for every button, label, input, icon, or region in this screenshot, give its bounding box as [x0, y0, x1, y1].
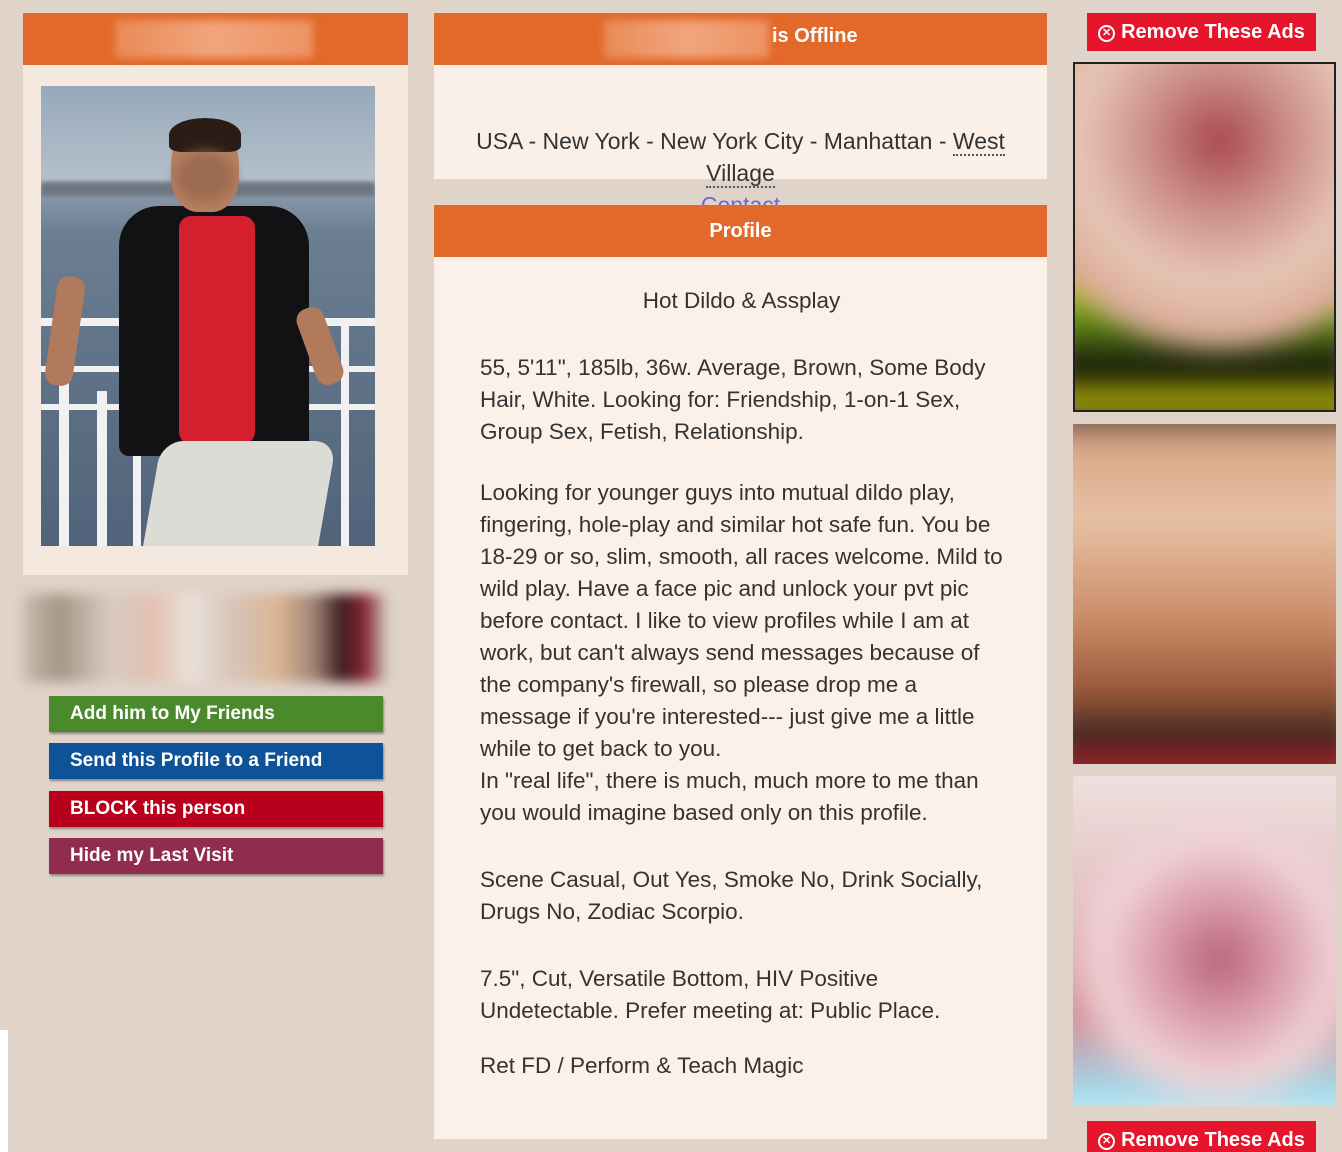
photo-railing-post	[341, 326, 349, 546]
photo-thumbnails[interactable]	[23, 594, 386, 682]
online-status: is Offline	[772, 25, 858, 47]
profile-details: 7.5", Cut, Versatile Bottom, HIV Positiv…	[480, 966, 941, 1023]
profile-tagline: Hot Dildo & Assplay	[642, 288, 841, 313]
ad-image-blurred	[1073, 424, 1336, 764]
close-circle-icon: ✕	[1098, 1133, 1116, 1150]
status-header: is Offline	[434, 13, 1047, 65]
ad-banner[interactable]	[1073, 424, 1336, 764]
ad-banner[interactable]	[1073, 62, 1336, 412]
ad-image-blurred	[1073, 776, 1336, 1106]
profile-about: Looking for younger guys into mutual dil…	[480, 480, 1003, 825]
blurred-username	[115, 20, 313, 58]
profile-header: Profile	[434, 205, 1047, 257]
page-edge	[0, 1030, 8, 1152]
profile-photo[interactable]	[41, 86, 375, 546]
close-circle-icon: ✕	[1098, 25, 1116, 42]
profile-body: Hot Dildo & Assplay 55, 5'11", 185lb, 36…	[434, 257, 1047, 1082]
location-text: USA - New York - New York City - Manhatt…	[476, 128, 953, 154]
remove-ads-label: Remove These Ads	[1121, 1129, 1305, 1151]
ad-banner[interactable]	[1073, 776, 1336, 1106]
photo-railing-post	[97, 391, 107, 546]
add-friend-button[interactable]: Add him to My Friends	[49, 696, 383, 732]
remove-ads-label: Remove These Ads	[1121, 21, 1305, 43]
blurred-username	[604, 20, 769, 58]
block-person-button[interactable]: BLOCK this person	[49, 791, 383, 827]
ad-image-blurred	[1075, 64, 1334, 410]
remove-ads-button-bottom[interactable]: ✕ Remove These Ads	[1087, 1121, 1316, 1152]
username-header	[23, 13, 408, 65]
hide-last-visit-button[interactable]: Hide my Last Visit	[49, 838, 383, 874]
location-block: USA - New York - New York City - Manhatt…	[434, 65, 1047, 221]
send-profile-button[interactable]: Send this Profile to a Friend	[49, 743, 383, 779]
status-card: is Offline USA - New York - New York Cit…	[434, 13, 1047, 218]
profile-extra: Ret FD / Perform & Teach Magic	[480, 1053, 804, 1078]
profile-stats: 55, 5'11", 185lb, 36w. Average, Brown, S…	[480, 355, 986, 444]
remove-ads-button-top[interactable]: ✕ Remove These Ads	[1087, 13, 1316, 51]
photo-pants	[140, 441, 337, 546]
profile-photo-card	[23, 13, 408, 575]
photo-shirt	[179, 216, 255, 444]
photo-hair	[169, 118, 241, 152]
profile-lifestyle: Scene Casual, Out Yes, Smoke No, Drink S…	[480, 867, 983, 924]
photo-railing-post	[59, 376, 69, 546]
photo-face-blur	[175, 152, 235, 202]
profile-card: Profile Hot Dildo & Assplay 55, 5'11", 1…	[434, 205, 1047, 1139]
